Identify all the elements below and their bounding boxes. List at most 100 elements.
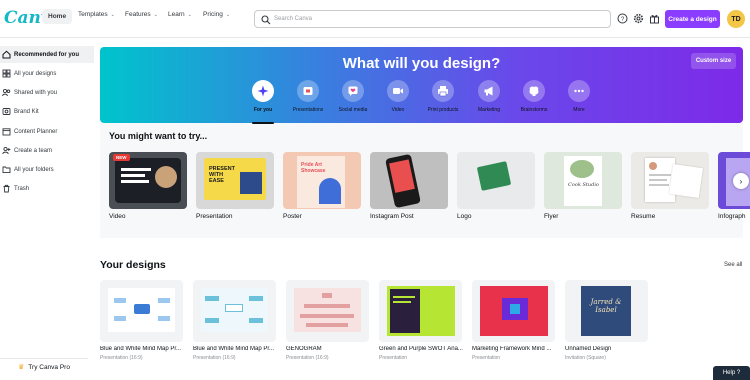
try-tile-flyer[interactable]: Cook Studio <box>544 152 622 209</box>
nav-learn-label: Learn <box>168 11 185 18</box>
designs-section-heading: Your designs <box>100 259 166 271</box>
sidebar-item-shared[interactable]: Shared with you <box>0 84 94 101</box>
try-tile-label: Poster <box>283 213 302 220</box>
genogram-node <box>300 314 354 318</box>
resume-thumbnail-page <box>669 164 703 198</box>
category-more[interactable]: More <box>551 80 607 114</box>
design-thumbnail <box>201 288 268 332</box>
try-tile-poster[interactable]: Pride Art Showcase <box>283 152 361 209</box>
genogram-node <box>322 293 332 298</box>
poster-thumb-text: Pride Art Showcase <box>301 162 326 174</box>
thumb-block <box>510 304 520 314</box>
try-tile-logo[interactable] <box>457 152 535 209</box>
team-icon <box>2 146 11 155</box>
try-tile-presentation[interactable]: PRESENT WITH EASE <box>196 152 274 209</box>
carousel-next-button[interactable]: › <box>733 173 749 189</box>
chevron-down-icon: ⌄ <box>153 11 158 18</box>
sidebar-item-label: Brand Kit <box>14 108 39 115</box>
design-card[interactable] <box>379 280 462 342</box>
nav-home[interactable]: Home <box>42 9 73 24</box>
help-button[interactable]: Help ? <box>713 366 750 380</box>
nav-templates[interactable]: Templates ⌄ <box>78 11 115 18</box>
svg-text:?: ? <box>621 17 625 23</box>
category-icon-circle <box>297 80 319 102</box>
try-tile-label: Instagram Post <box>370 213 414 220</box>
design-subtitle: Presentation <box>379 355 408 361</box>
sidebar-item-content-planner[interactable]: Content Planner <box>0 123 94 140</box>
design-card[interactable]: Jarred & Isabel <box>565 280 648 342</box>
trash-icon <box>3 184 10 193</box>
video-thumbnail <box>115 158 181 203</box>
avatar[interactable]: TD <box>727 10 745 28</box>
mindmap-node <box>225 304 243 312</box>
thumb-text-line <box>121 180 149 183</box>
see-all-link[interactable]: See all <box>724 262 742 268</box>
brand-icon <box>2 108 11 115</box>
design-card[interactable] <box>286 280 369 342</box>
design-card[interactable] <box>472 280 555 342</box>
chevron-down-icon: ⌄ <box>187 11 192 18</box>
sidebar-item-recommended[interactable]: Recommended for you <box>0 46 94 63</box>
create-design-button[interactable]: Create a design <box>665 10 720 28</box>
category-icon-circle <box>432 80 454 102</box>
chevron-down-icon: ⌄ <box>225 11 231 18</box>
nav-templates-label: Templates <box>78 11 108 18</box>
try-tile-label: Infograph <box>718 213 746 220</box>
design-card[interactable] <box>193 280 276 342</box>
people-icon <box>2 88 11 97</box>
mindmap-node <box>134 304 150 314</box>
mindmap-node <box>114 316 126 321</box>
nav-home-label: Home <box>48 13 67 20</box>
try-tile-video[interactable]: NEW <box>109 152 187 209</box>
flyer-thumb-text: Cook Studio <box>568 182 599 188</box>
try-tile-resume[interactable] <box>631 152 709 209</box>
design-card[interactable] <box>100 280 183 342</box>
sidebar-item-create-team[interactable]: Create a team <box>0 142 94 159</box>
gift-icon[interactable] <box>649 13 660 24</box>
mindmap-node <box>249 318 263 323</box>
nav-features[interactable]: Features ⌄ <box>125 11 158 18</box>
nav-pricing-label: Pricing <box>203 11 223 18</box>
mindmap-node <box>158 316 170 321</box>
calendar-icon <box>2 128 11 136</box>
nav-learn[interactable]: Learn ⌄ <box>168 11 192 18</box>
try-pro-button[interactable]: ♛ Try Canva Pro <box>0 358 88 375</box>
presentation-thumb-text: PRESENT WITH EASE <box>209 166 235 184</box>
grid-icon <box>2 69 11 78</box>
design-title: Unnamed Design <box>565 346 612 352</box>
search-bar[interactable]: Search Canva <box>254 10 611 28</box>
design-subtitle: Presentation (16:9) <box>100 355 143 361</box>
sidebar-item-brand-kit[interactable]: Brand Kit <box>0 103 94 120</box>
nav-pricing[interactable]: Pricing ⌄ <box>203 11 230 18</box>
poster-thumbnail: Pride Art Showcase <box>297 156 345 208</box>
sidebar-item-folders[interactable]: All your folders <box>0 161 94 178</box>
design-title: Marketing Framework Mind ... <box>472 346 552 352</box>
gear-icon[interactable] <box>633 13 644 24</box>
help-circle-icon[interactable]: ? <box>617 13 628 24</box>
search-icon <box>261 15 271 25</box>
design-subtitle: Invitation (Square) <box>565 355 606 361</box>
category-icon-circle <box>568 80 590 102</box>
sidebar-item-all-designs[interactable]: All your designs <box>0 65 94 82</box>
custom-size-button[interactable]: Custom size <box>691 53 736 69</box>
top-bar: Canva Home Templates ⌄ Features ⌄ Learn ⌄ P… <box>0 0 750 38</box>
crown-icon: ♛ <box>18 364 25 371</box>
try-tile-label: Resume <box>631 213 656 220</box>
sidebar-item-trash[interactable]: Trash <box>0 180 94 197</box>
genogram-node <box>304 304 350 308</box>
mindmap-node <box>158 298 170 303</box>
sparkle-icon <box>257 85 269 97</box>
phone-thumbnail <box>385 153 421 209</box>
thumb-text-line <box>393 301 411 303</box>
thumb-text-line <box>649 179 667 181</box>
design-subtitle: Presentation <box>472 355 501 361</box>
try-tile-label: Presentation <box>196 213 233 220</box>
try-tile-instagram-post[interactable] <box>370 152 448 209</box>
mindmap-node <box>249 296 263 301</box>
search-placeholder: Search Canva <box>274 16 313 22</box>
design-title: Blue and White Mind Map Pr... <box>193 346 275 352</box>
sidebar: Recommended for you All your designs Sha… <box>0 38 94 375</box>
try-tile-label: Logo <box>457 213 472 220</box>
sidebar-item-label: All your designs <box>14 70 57 77</box>
presentation-thumbnail: PRESENT WITH EASE <box>204 158 266 200</box>
